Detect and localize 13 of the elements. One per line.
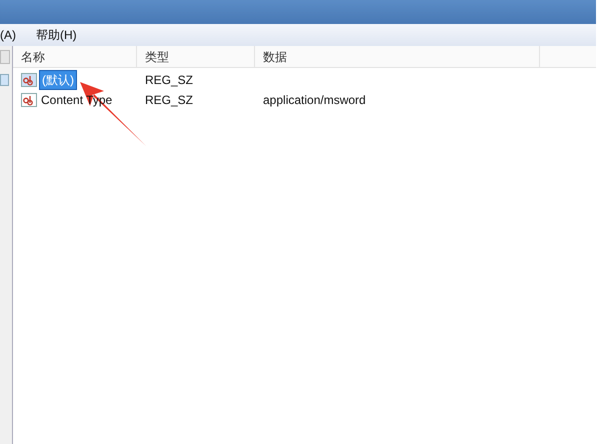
column-header[interactable]: 数据 [255,46,540,67]
value-data: application/msword [262,92,366,109]
column-header[interactable]: 名称 [13,46,137,67]
column-header[interactable]: 类型 [137,46,255,67]
menu-item[interactable]: 帮助(H) [28,26,85,44]
string-value-icon [21,73,37,87]
value-type: REG_SZ [144,92,194,109]
string-value-icon [21,93,37,107]
folder-icon [0,74,9,86]
value-type: REG_SZ [144,72,194,89]
scroll-button[interactable] [0,50,10,64]
menu-item[interactable]: (A) [0,26,28,44]
column-header [540,46,596,67]
